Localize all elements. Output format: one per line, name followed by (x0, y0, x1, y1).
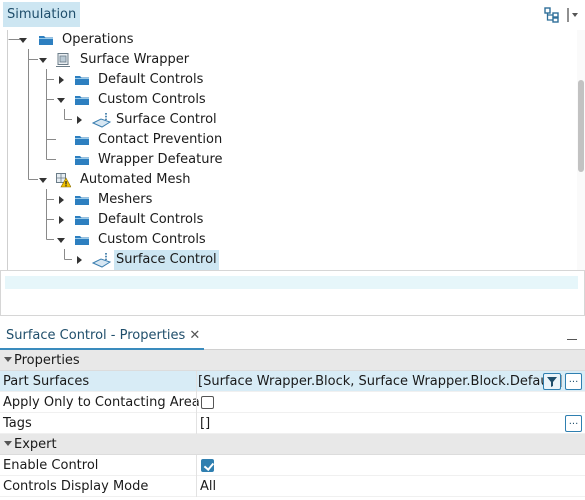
column-divider (196, 476, 197, 497)
folder-icon (39, 36, 53, 45)
tree-node-wrapper-defeature[interactable]: Wrapper Defeature (8, 150, 577, 170)
tree-node-automated-mesh[interactable]: Automated Mesh (8, 170, 577, 190)
property-row-apply-only-contacting-area[interactable]: Apply Only to Contacting Area (0, 392, 585, 413)
collapse-arrow-icon[interactable] (37, 174, 49, 186)
ellipsis-button[interactable]: ... (565, 373, 582, 390)
tree-bottom-area (0, 270, 585, 316)
property-key: Tags (3, 416, 32, 431)
property-row-tags[interactable]: Tags [] ... (0, 413, 585, 434)
tree-scrollbar[interactable] (577, 30, 585, 270)
tree-node-surface-control[interactable]: Surface Control (8, 110, 577, 130)
tree-node-label: Surface Wrapper (80, 52, 190, 67)
tree-node-default-controls[interactable]: Default Controls (8, 70, 577, 90)
property-key: Controls Display Mode (3, 479, 149, 494)
collapse-arrow-icon[interactable] (4, 357, 12, 362)
tree-node-custom-controls[interactable]: Custom Controls (8, 230, 577, 250)
folder-icon (75, 156, 89, 165)
expand-arrow-icon[interactable] (56, 214, 68, 226)
minimize-icon[interactable] (567, 328, 577, 340)
tree-node-label: Surface Control (116, 112, 217, 127)
simulation-tab[interactable]: Simulation (3, 2, 81, 27)
filter-button[interactable] (543, 373, 561, 390)
tree-node-label: Automated Mesh (80, 172, 191, 187)
tree-node-label: Custom Controls (98, 92, 206, 107)
expand-arrow-icon[interactable] (74, 114, 86, 126)
tree-node-label: Default Controls (98, 212, 204, 227)
tree-node-label: Default Controls (98, 72, 204, 87)
apply-only-checkbox[interactable] (201, 396, 214, 409)
tree-node-contact-prevention[interactable]: Contact Prevention (8, 130, 577, 150)
property-value[interactable]: [Surface Wrapper.Block, Surface Wrapper.… (198, 371, 562, 392)
expand-arrow-icon[interactable] (56, 194, 68, 206)
expand-arrow-icon[interactable] (74, 254, 86, 266)
folder-icon (75, 216, 89, 225)
property-key: Apply Only to Contacting Area (3, 395, 200, 410)
tree-node-meshers[interactable]: Meshers (8, 190, 577, 210)
tree-node-label: Wrapper Defeature (98, 152, 223, 167)
column-divider (196, 413, 197, 434)
enable-control-checkbox[interactable] (201, 459, 214, 472)
tree-node-surface-wrapper[interactable]: Surface Wrapper (8, 50, 577, 70)
property-value[interactable]: [] (200, 413, 210, 434)
folder-icon (75, 76, 89, 85)
property-row-part-surfaces[interactable]: Part Surfaces [Surface Wrapper.Block, Su… (0, 371, 585, 392)
tree-node-label: Meshers (98, 192, 153, 207)
simulation-tree: Operations Surface Wrapper Default Contr… (7, 30, 577, 270)
collapse-arrow-icon[interactable] (37, 54, 49, 66)
property-key: Enable Control (3, 458, 99, 473)
properties-tab[interactable]: Surface Control - Properties ✕ (0, 324, 205, 350)
section-expert[interactable]: Expert (0, 434, 585, 455)
tree-scrollbar-thumb[interactable] (578, 80, 584, 172)
collapse-arrow-icon[interactable] (4, 441, 12, 446)
surface-wrapper-icon (56, 53, 70, 67)
section-label: Expert (14, 437, 57, 452)
tree-node-label: Contact Prevention (98, 132, 223, 147)
tree-node-operations[interactable]: Operations (8, 30, 577, 50)
tree-node-surface-control-selected[interactable]: Surface Control (8, 250, 577, 270)
property-value[interactable]: All (200, 476, 216, 497)
filter-icon (547, 377, 557, 387)
column-divider (196, 371, 197, 392)
tree-node-label: Custom Controls (98, 232, 206, 247)
section-properties[interactable]: Properties (0, 350, 585, 371)
tree-view-icon[interactable] (543, 6, 561, 24)
property-row-controls-display-mode[interactable]: Controls Display Mode All (0, 476, 585, 497)
property-row-enable-control[interactable]: Enable Control (0, 455, 585, 476)
tree-node-custom-controls[interactable]: Custom Controls (8, 90, 577, 110)
expand-arrow-icon[interactable] (56, 74, 68, 86)
automated-mesh-warning-icon (56, 173, 71, 188)
tree-node-default-controls[interactable]: Default Controls (8, 210, 577, 230)
tree-node-label: Surface Control (114, 250, 219, 270)
surface-control-icon (92, 113, 112, 128)
simulation-header: Simulation (0, 0, 585, 30)
ellipsis-button[interactable]: ... (565, 415, 582, 432)
folder-icon (75, 96, 89, 105)
properties-tab-label: Surface Control - Properties (6, 328, 186, 343)
folder-icon (75, 136, 89, 145)
collapse-arrow-icon[interactable] (55, 94, 67, 106)
tree-bottom-strip (5, 276, 578, 289)
folder-icon (75, 236, 89, 245)
collapse-arrow-icon[interactable] (17, 34, 29, 46)
surface-control-icon (92, 253, 112, 268)
properties-panel: Surface Control - Properties ✕ Properties… (0, 318, 585, 500)
column-divider (196, 455, 197, 476)
property-key: Part Surfaces (3, 374, 90, 389)
properties-tab-bar: Surface Control - Properties ✕ (0, 318, 585, 350)
close-icon[interactable]: ✕ (189, 328, 200, 343)
column-divider (196, 392, 197, 413)
collapse-arrow-icon[interactable] (55, 234, 67, 246)
simulation-panel: Simulation Operations Surface Wrapper De… (0, 0, 585, 318)
dropdown-menu-icon[interactable] (565, 6, 581, 24)
tree-node-label: Operations (62, 32, 134, 47)
folder-icon (75, 196, 89, 205)
section-label: Properties (14, 353, 80, 368)
